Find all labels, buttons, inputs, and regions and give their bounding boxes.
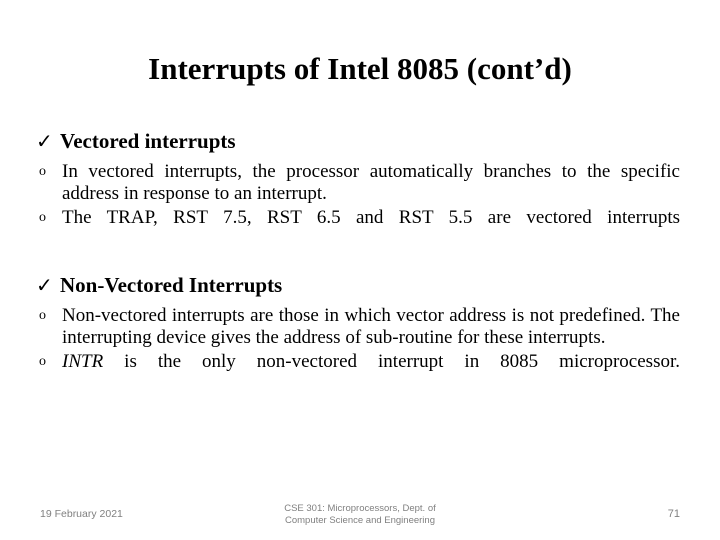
emphasis-text: INTR <box>62 351 104 372</box>
list-item-text: In vectored interrupts, the processor au… <box>62 161 680 204</box>
slide-footer: 19 February 2021 CSE 301: Microprocessor… <box>0 500 720 540</box>
footer-page-number: 71 <box>667 508 680 520</box>
circle-bullet-icon: o <box>39 210 46 225</box>
slide-body: ✓ Vectored interrupts o In vectored inte… <box>32 128 680 394</box>
list-item-text: Non-vectored interrupts are those in whi… <box>62 305 680 348</box>
page-title: Interrupts of Intel 8085 (cont’d) <box>148 51 572 86</box>
section-heading-vectored-interrupts: ✓ Vectored interrupts <box>32 128 680 155</box>
section-heading-label: Vectored interrupts <box>60 129 236 153</box>
list-item: o The TRAP, RST 7.5, RST 6.5 and RST 5.5… <box>32 207 680 250</box>
list-item: o Non-vectored interrupts are those in w… <box>32 305 680 348</box>
slide: Interrupts of Intel 8085 (cont’d) ✓ Vect… <box>0 0 720 540</box>
footer-course-line-1: CSE 301: Microprocessors, Dept. of <box>284 503 436 514</box>
list-item: o INTR is the only non-vectored interrup… <box>32 351 680 394</box>
circle-bullet-icon: o <box>39 308 46 323</box>
footer-course-info: CSE 301: Microprocessors, Dept. of Compu… <box>220 503 500 527</box>
list-item: o In vectored interrupts, the processor … <box>32 161 680 204</box>
section-heading-non-vectored-interrupts: ✓ Non-Vectored Interrupts <box>32 272 680 299</box>
footer-date: 19 February 2021 <box>40 508 123 520</box>
list-item-text: The TRAP, RST 7.5, RST 6.5 and RST 5.5 a… <box>62 207 680 228</box>
circle-bullet-icon: o <box>39 164 46 179</box>
list-item-text: INTR is the only non-vectored interrupt … <box>62 351 680 372</box>
footer-course-line-2: Computer Science and Engineering <box>285 515 435 526</box>
section-heading-label: Non-Vectored Interrupts <box>60 273 283 297</box>
checkmark-icon: ✓ <box>36 273 53 297</box>
checkmark-icon: ✓ <box>36 129 53 153</box>
circle-bullet-icon: o <box>39 354 46 369</box>
